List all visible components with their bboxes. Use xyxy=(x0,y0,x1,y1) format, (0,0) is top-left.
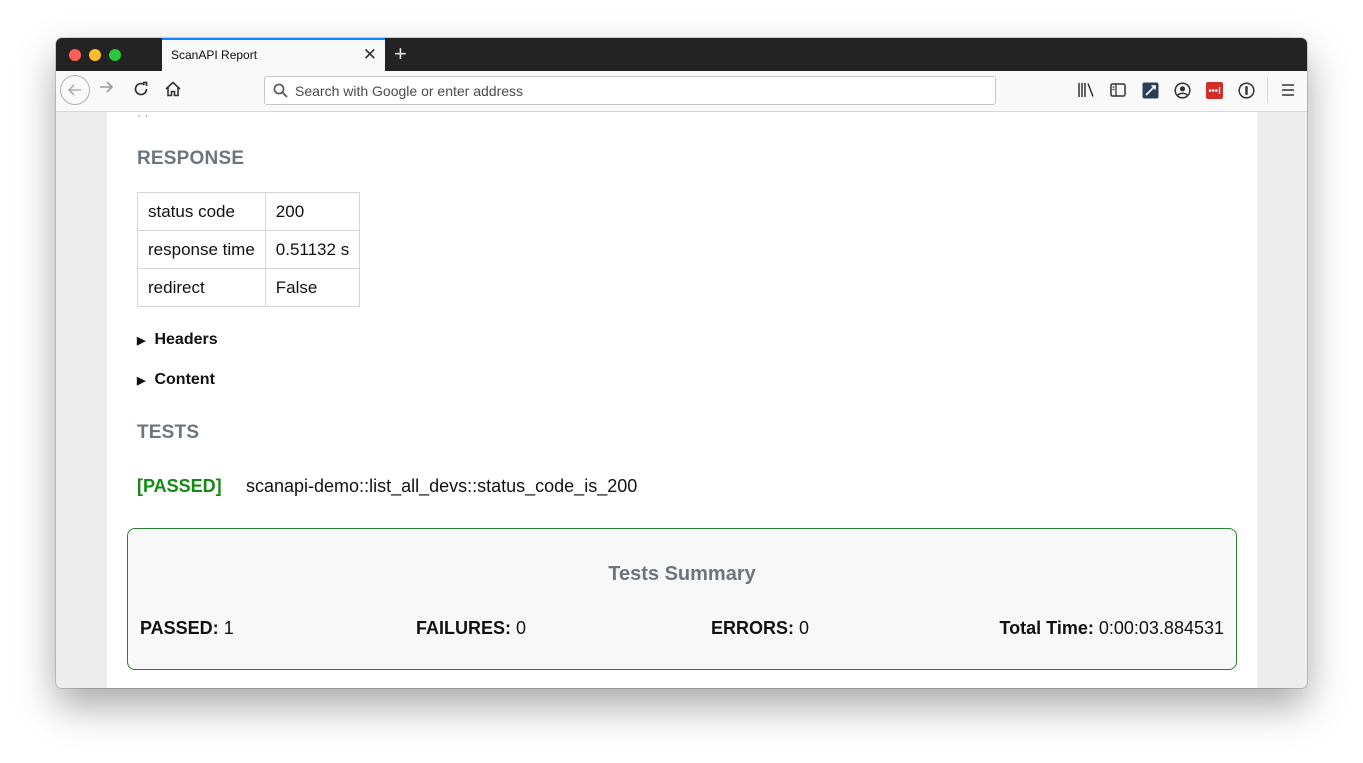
test-status-badge: [PASSED] xyxy=(137,476,222,496)
passed-label: PASSED: xyxy=(140,618,219,638)
arrow-left-icon xyxy=(67,84,81,96)
failures-label: FAILURES: xyxy=(416,618,512,638)
tab-scanapi-report[interactable]: ScanAPI Report ✕ xyxy=(162,38,385,71)
lastpass-icon[interactable] xyxy=(1205,81,1223,99)
table-row: response time 0.51132 s xyxy=(137,230,361,269)
arrow-right-icon xyxy=(100,81,114,93)
test-result-row: [PASSED] scanapi-demo::list_all_devs::st… xyxy=(137,476,637,497)
tests-summary-title: Tests Summary xyxy=(608,563,756,585)
zoom-window-button[interactable] xyxy=(109,49,121,61)
home-button[interactable] xyxy=(164,80,182,103)
headers-label: Headers xyxy=(154,331,218,348)
headers-toggle[interactable]: ▶ Headers xyxy=(137,331,218,349)
address-input[interactable] xyxy=(295,77,985,104)
response-key: status code xyxy=(137,192,266,231)
sidebar-icon[interactable] xyxy=(1109,81,1127,99)
toolbar-divider xyxy=(1267,77,1268,103)
reload-button[interactable] xyxy=(132,80,150,103)
total-time-label: Total Time: xyxy=(999,618,1094,638)
tab-close-icon[interactable]: ✕ xyxy=(363,45,377,65)
response-table: status code 200 response time 0.51132 s … xyxy=(137,192,361,307)
test-name: scanapi-demo::list_all_devs::status_code… xyxy=(246,476,638,496)
new-tab-button[interactable]: + xyxy=(394,42,407,66)
tests-heading: TESTS xyxy=(137,422,200,443)
forward-button[interactable] xyxy=(98,79,114,100)
response-key: redirect xyxy=(137,268,266,307)
menu-icon[interactable] xyxy=(1279,81,1297,99)
table-row: status code 200 xyxy=(137,192,361,231)
response-key: response time xyxy=(137,230,266,269)
close-window-button[interactable] xyxy=(69,49,81,61)
minimize-window-button[interactable] xyxy=(89,49,101,61)
errors-value: 0 xyxy=(799,618,810,638)
tests-summary-box: Tests Summary PASSED: 1 FAILURES: 0 ERRO… xyxy=(127,528,1237,670)
search-icon xyxy=(273,83,288,98)
failures-count: FAILURES: 0 xyxy=(416,618,526,639)
nav-toolbar xyxy=(56,71,1307,112)
errors-label: ERRORS: xyxy=(711,618,795,638)
tab-title: ScanAPI Report xyxy=(171,48,258,62)
response-value: 0.51132 s xyxy=(264,230,361,269)
extension-link-icon[interactable] xyxy=(1141,81,1159,99)
passed-count: PASSED: 1 xyxy=(140,618,234,639)
response-value: False xyxy=(264,268,361,307)
failures-value: 0 xyxy=(516,618,527,638)
report-page: · · RESPONSE status code 200 response ti… xyxy=(107,108,1257,688)
back-button[interactable] xyxy=(60,75,90,105)
total-time-value: 0:00:03.884531 xyxy=(1098,618,1224,638)
errors-count: ERRORS: 0 xyxy=(711,618,809,639)
title-bar: ScanAPI Report ✕ + xyxy=(56,38,1307,71)
account-icon[interactable] xyxy=(1173,81,1191,99)
response-value: 200 xyxy=(264,192,361,231)
table-row: redirect False xyxy=(137,268,361,307)
library-icon[interactable] xyxy=(1077,81,1095,99)
address-bar[interactable] xyxy=(264,76,996,105)
total-time: Total Time: 0:00:03.884531 xyxy=(1000,618,1224,639)
content-toggle[interactable]: ▶ Content xyxy=(137,371,215,389)
passed-value: 1 xyxy=(223,618,234,638)
content-label: Content xyxy=(154,371,215,388)
disclosure-triangle-icon: ▶ xyxy=(137,374,146,387)
reload-icon xyxy=(134,81,148,96)
home-icon xyxy=(165,81,181,97)
browser-window: ScanAPI Report ✕ + Search with Google or… xyxy=(56,38,1307,688)
password-manager-icon[interactable] xyxy=(1237,81,1255,99)
response-heading: RESPONSE xyxy=(137,148,245,169)
scrolled-text-fragment: · · xyxy=(137,108,149,122)
disclosure-triangle-icon: ▶ xyxy=(137,334,146,347)
